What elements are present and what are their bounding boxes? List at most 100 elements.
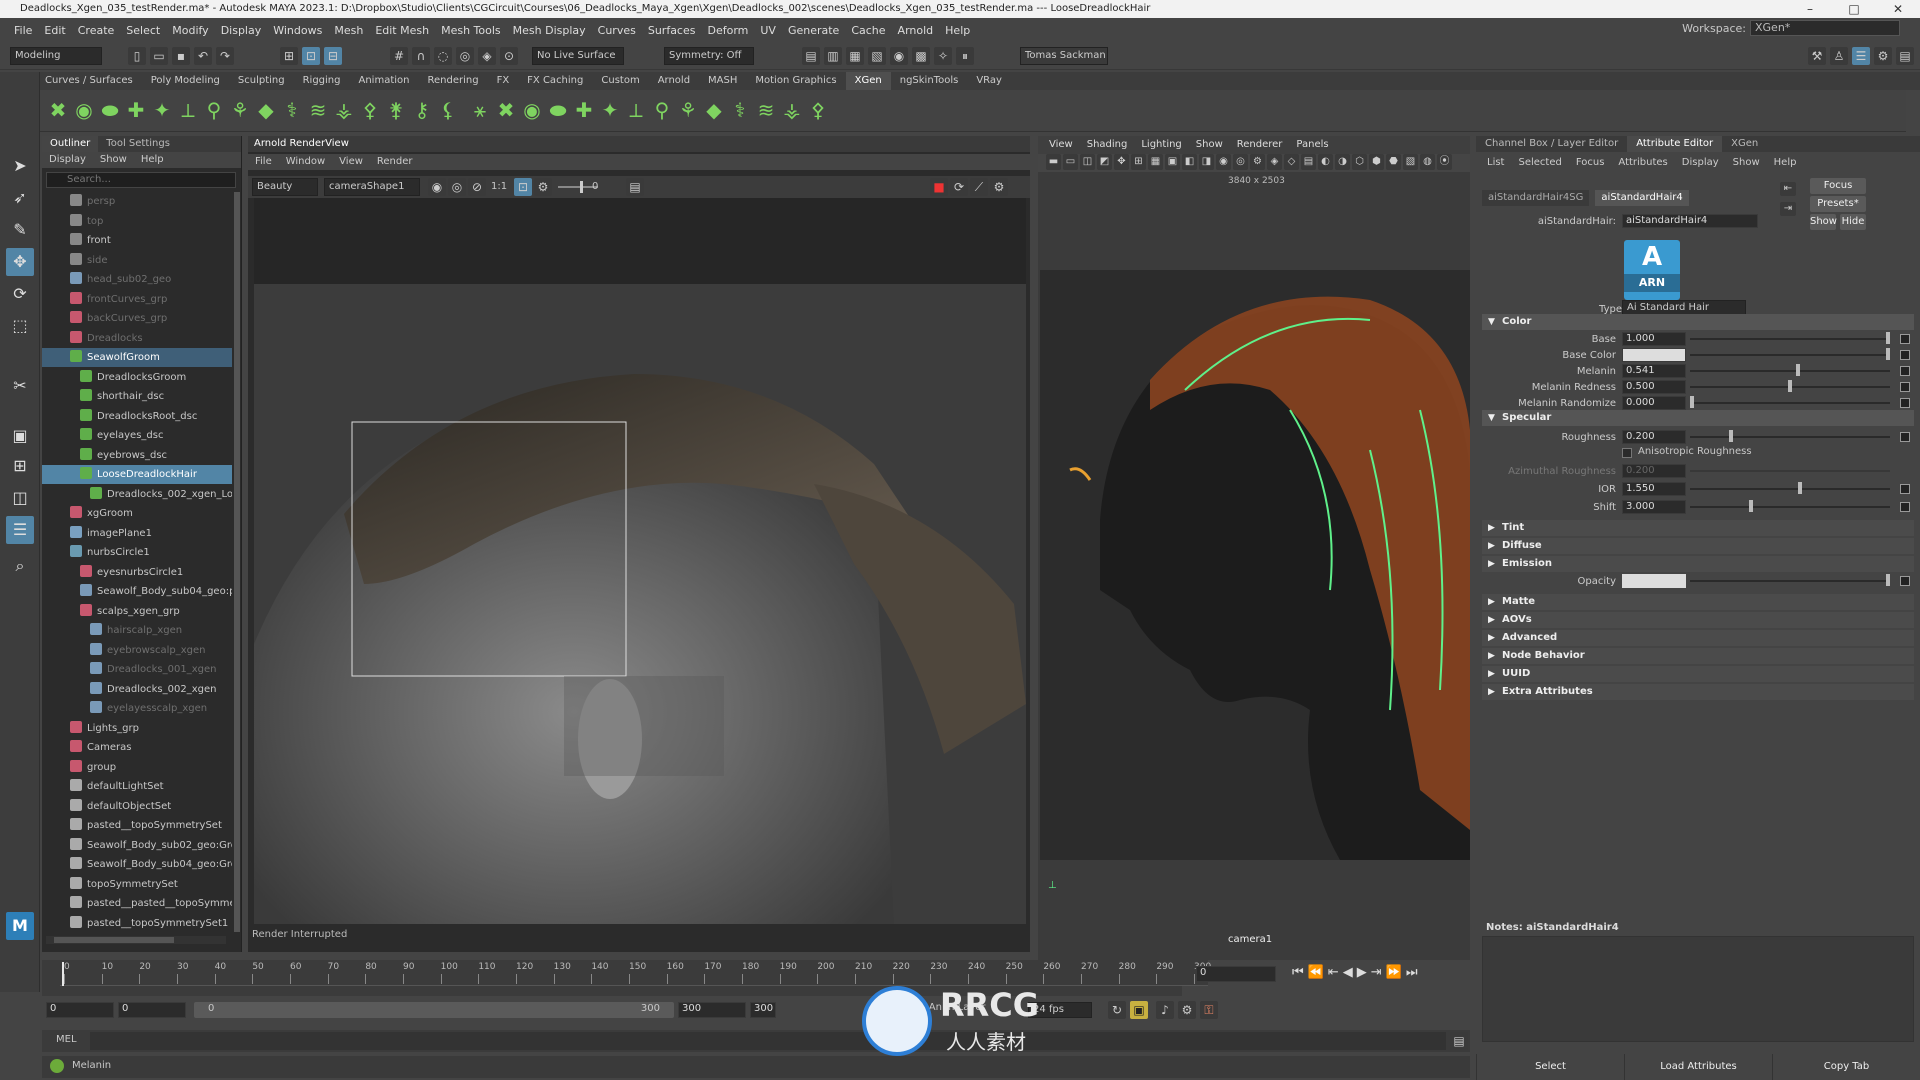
roughness-map-icon[interactable] <box>1900 432 1910 442</box>
viewport-tool-icon[interactable]: ⚙ <box>1250 154 1265 170</box>
viewport-tool-icon[interactable]: ◐ <box>1318 154 1333 170</box>
outliner-item[interactable]: LooseDreadlockHair <box>42 465 232 484</box>
xgen-shelf-tool-icon[interactable]: ⟂ <box>174 96 202 124</box>
menu-generate[interactable]: Generate <box>782 24 845 37</box>
close-icon[interactable]: ✕ <box>1876 0 1920 18</box>
xgen-shelf-tool-icon[interactable]: ⚴ <box>356 96 384 124</box>
shift-map-icon[interactable] <box>1900 502 1910 512</box>
snap-grid-icon[interactable]: # <box>390 47 408 65</box>
outliner-scroll-thumb[interactable] <box>234 192 240 932</box>
menu-deform[interactable]: Deform <box>701 24 754 37</box>
start-frame-field[interactable]: 0 <box>46 1002 114 1018</box>
outliner-h-scrollbar[interactable] <box>46 936 226 944</box>
xgen-shelf-tool-icon[interactable]: ✚ <box>122 96 150 124</box>
character-controls-icon[interactable]: ♙ <box>1830 47 1848 65</box>
menu-surfaces[interactable]: Surfaces <box>642 24 702 37</box>
tab-attribute-editor[interactable]: Attribute Editor <box>1627 136 1723 152</box>
menu-set-dropdown[interactable]: Modeling <box>10 47 102 65</box>
xgen-shelf-tool-icon[interactable]: ⚹ <box>466 96 494 124</box>
shelf-tab-poly-modeling[interactable]: Poly Modeling <box>142 72 229 90</box>
viewport-tool-icon[interactable]: ◎ <box>1233 154 1248 170</box>
time-ruler[interactable]: 0 10 20 30 40 50 60 70 80 90 100 110 120 130 140 150 160… <box>60 960 1211 986</box>
user-account-button[interactable]: Tomas Sackman <box>1020 47 1108 65</box>
stop-render-icon[interactable]: ■ <box>930 178 948 196</box>
auto-key-icon[interactable]: ⚿ <box>1200 1001 1218 1019</box>
outliner-item[interactable]: topoSymmetrySet <box>42 875 232 894</box>
outliner-item[interactable]: eyesnurbsCircle1 <box>42 563 232 582</box>
outliner-item[interactable]: Dreadlocks_002_xgen_Lo <box>42 485 232 504</box>
outliner-item[interactable]: front <box>42 231 232 250</box>
move-tool-icon[interactable]: ✥ <box>6 248 34 276</box>
refresh-render-icon[interactable]: ⟳ <box>950 178 968 196</box>
outliner-item[interactable]: eyelayes_dsc <box>42 426 232 445</box>
roughness-slider-knob[interactable] <box>1729 430 1734 442</box>
paint-select-icon[interactable]: ✎ <box>6 216 34 244</box>
xgen-shelf-tool-icon[interactable]: ◉ <box>70 96 98 124</box>
outliner-item[interactable]: side <box>42 251 232 270</box>
attr-menu-attributes[interactable]: Attributes <box>1611 154 1674 172</box>
section-aovs[interactable]: ▶ AOVs <box>1482 612 1914 628</box>
snap-point-icon[interactable]: ◌ <box>434 47 452 65</box>
roughness-field[interactable]: 0.200 <box>1622 430 1686 444</box>
color-attr-field[interactable]: 1.000 <box>1622 332 1686 346</box>
section-specular[interactable]: ▼ Specular <box>1482 410 1914 426</box>
attr-menu-list[interactable]: List <box>1480 154 1511 172</box>
live-surface-field[interactable]: No Live Surface <box>532 47 624 65</box>
tab-channel-box[interactable]: Channel Box / Layer Editor <box>1476 136 1627 152</box>
input-connections-icon[interactable]: ⇤ <box>1780 182 1796 196</box>
aov-dropdown[interactable]: Beauty <box>252 178 318 196</box>
menu-windows[interactable]: Windows <box>267 24 328 37</box>
undo-icon[interactable]: ↶ <box>194 47 212 65</box>
outliner-item[interactable]: pasted__topoSymmetrySet1 <box>42 914 232 933</box>
current-frame-field[interactable]: 0 <box>1196 966 1276 982</box>
xgen-shelf-tool-icon[interactable]: ✖ <box>44 96 72 124</box>
xgen-shelf-tool-icon[interactable]: ≋ <box>752 96 780 124</box>
select-hierarchy-icon[interactable]: ⊞ <box>280 47 298 65</box>
section-node-behavior[interactable]: ▶ Node Behavior <box>1482 648 1914 664</box>
tab-outliner[interactable]: Outliner <box>42 136 99 152</box>
viewport-menu-view[interactable]: View <box>1042 136 1080 154</box>
ipr-icon[interactable]: ⟋ <box>970 178 988 196</box>
light-editor-icon[interactable]: ✧ <box>934 47 952 65</box>
play-backward-icon[interactable]: ◀ <box>1343 965 1353 980</box>
sound-icon[interactable]: ♪ <box>1156 1001 1174 1019</box>
region-icon[interactable]: ⊘ <box>468 178 486 196</box>
open-scene-icon[interactable]: ▭ <box>150 47 168 65</box>
select-tool-icon[interactable]: ➤ <box>6 152 34 180</box>
show-button[interactable]: Show <box>1810 214 1837 230</box>
viewport-tool-icon[interactable]: ◑ <box>1335 154 1350 170</box>
opacity-swatch[interactable] <box>1622 574 1686 588</box>
zoom-ratio[interactable]: 1:1 <box>491 181 507 192</box>
xgen-shelf-tool-icon[interactable]: ✚ <box>570 96 598 124</box>
outliner-item[interactable]: Seawolf_Body_sub04_geo:pl <box>42 582 232 601</box>
color-attr-map-icon[interactable] <box>1900 350 1910 360</box>
exposure-slider-knob[interactable] <box>580 181 583 193</box>
outliner-item[interactable]: top <box>42 212 232 231</box>
render-frame-icon[interactable]: ▥ <box>824 47 842 65</box>
pause-viewport-icon[interactable]: ⏸ <box>956 47 974 65</box>
renderview-settings-icon[interactable]: ⚙ <box>990 178 1008 196</box>
channel-box-toggle-icon[interactable]: ▤ <box>1896 47 1914 65</box>
channel-rgb-icon[interactable]: ◉ <box>428 178 446 196</box>
play-forward-icon[interactable]: ▶ <box>1357 965 1367 980</box>
current-time-indicator[interactable] <box>62 962 64 986</box>
menu-modify[interactable]: Modify <box>166 24 214 37</box>
color-attr-slider-knob[interactable] <box>1796 364 1801 376</box>
xgen-shelf-tool-icon[interactable]: ⚷ <box>408 96 436 124</box>
outliner-scrollbar[interactable] <box>234 192 240 932</box>
xgen-shelf-tool-icon[interactable]: ✦ <box>596 96 624 124</box>
minimize-icon[interactable]: – <box>1788 0 1832 18</box>
viewport-tool-icon[interactable]: ▦ <box>1148 154 1163 170</box>
shelf-tab-motion-graphics[interactable]: Motion Graphics <box>746 72 845 90</box>
opacity-slider-knob[interactable] <box>1886 574 1890 586</box>
shelf-tab-ngskintools[interactable]: ngSkinTools <box>891 72 968 90</box>
outliner-item[interactable]: SeawolfGroom <box>42 348 232 367</box>
viewport-menu-renderer[interactable]: Renderer <box>1230 136 1290 154</box>
viewport-tool-icon[interactable]: ◈ <box>1267 154 1282 170</box>
renderview-menu-render[interactable]: Render <box>370 154 420 170</box>
color-attr-slider-knob[interactable] <box>1886 332 1890 344</box>
shelf-tab-rendering[interactable]: Rendering <box>418 72 487 90</box>
color-attr-slider[interactable] <box>1690 402 1890 404</box>
tab-shading-group[interactable]: aiStandardHair4SG <box>1482 190 1590 206</box>
anisotropic-roughness-checkbox[interactable] <box>1622 448 1632 458</box>
